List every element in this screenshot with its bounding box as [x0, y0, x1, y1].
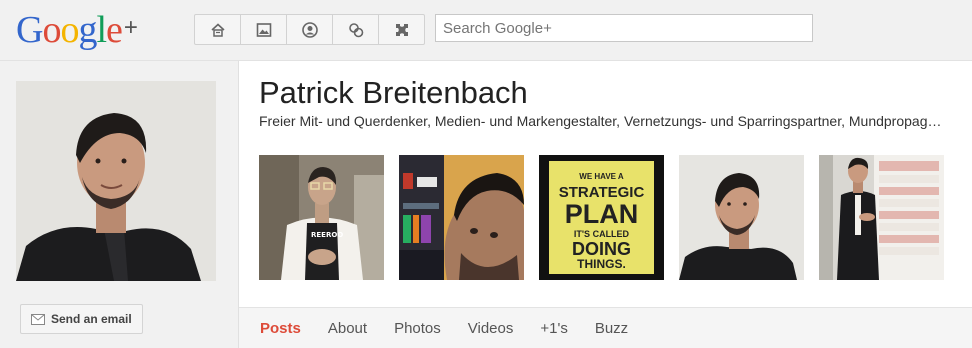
photo-portrait-wall — [679, 155, 804, 280]
photos-icon — [256, 22, 271, 37]
poster-line-3: PLAN — [565, 199, 639, 229]
photo-thumbnail[interactable] — [679, 155, 804, 280]
nav-home-button[interactable] — [195, 15, 241, 44]
poster-line-4: IT'S CALLED — [574, 229, 630, 239]
photo-presentation-stage — [819, 155, 944, 280]
photo-strategic-plan-poster: WE HAVE A STRATEGIC PLAN IT'S CALLED DOI… — [539, 155, 664, 280]
home-icon — [210, 22, 225, 37]
profile-tagline: Freier Mit- und Querdenker, Medien- und … — [259, 113, 949, 129]
logo-letter-g2: g — [78, 9, 97, 51]
profile-main: Patrick Breitenbach Freier Mit- und Quer… — [239, 61, 972, 348]
logo-letter-e: e — [106, 9, 123, 51]
nav-profile-button[interactable] — [287, 15, 333, 44]
tab-videos[interactable]: Videos — [468, 320, 514, 337]
photo-thumbnail[interactable] — [819, 155, 944, 280]
send-email-label: Send an email — [51, 312, 132, 326]
tab-buzz[interactable]: Buzz — [595, 320, 628, 337]
poster-line-1: WE HAVE A — [579, 172, 624, 181]
profile-avatar[interactable] — [16, 81, 216, 281]
poster-line-6: THINGS. — [577, 257, 626, 271]
photo-thumbnail[interactable]: WE HAVE A STRATEGIC PLAN IT'S CALLED DOI… — [539, 155, 664, 280]
logo-plus: + — [123, 14, 138, 41]
poster-line-5: DOING — [572, 239, 631, 259]
photo-selfie-bookshelf — [399, 155, 524, 280]
logo-letter-g1: G — [16, 9, 43, 51]
nav-games-button[interactable] — [379, 15, 424, 44]
photo-thumbnail[interactable]: REEROO — [259, 155, 384, 280]
circles-icon — [348, 22, 363, 37]
profile-sidebar: Send an email — [0, 61, 239, 348]
games-icon — [395, 23, 408, 36]
tab-photos[interactable]: Photos — [394, 320, 441, 337]
profile-name: Patrick Breitenbach — [259, 75, 528, 110]
top-bar: Google+ — [0, 0, 972, 61]
search-input[interactable] — [435, 14, 813, 42]
nav-toolbar — [194, 14, 425, 45]
logo-letter-o2: o — [60, 9, 79, 51]
logo-letter-l: l — [96, 9, 107, 51]
tab-1s[interactable]: +1's — [540, 320, 567, 337]
nav-circles-button[interactable] — [333, 15, 379, 44]
nav-photos-button[interactable] — [241, 15, 287, 44]
send-email-button[interactable]: Send an email — [20, 304, 143, 334]
photo-speaker-white-jacket: REEROO — [259, 155, 384, 280]
avatar-portrait — [16, 81, 216, 281]
google-plus-logo[interactable]: Google+ — [16, 9, 138, 51]
tab-about[interactable]: About — [328, 320, 367, 337]
svg-text:REEROO: REEROO — [311, 231, 343, 239]
profile-tabs: Posts About Photos Videos +1's Buzz — [239, 307, 972, 348]
profile-icon — [301, 21, 318, 38]
photo-thumbnail[interactable] — [399, 155, 524, 280]
mail-icon — [31, 313, 45, 325]
logo-letter-o1: o — [42, 9, 61, 51]
photo-strip: REEROO WE HAVE A STRATEGIC PLAN IT'S CAL… — [259, 155, 944, 280]
tab-posts[interactable]: Posts — [260, 320, 301, 337]
